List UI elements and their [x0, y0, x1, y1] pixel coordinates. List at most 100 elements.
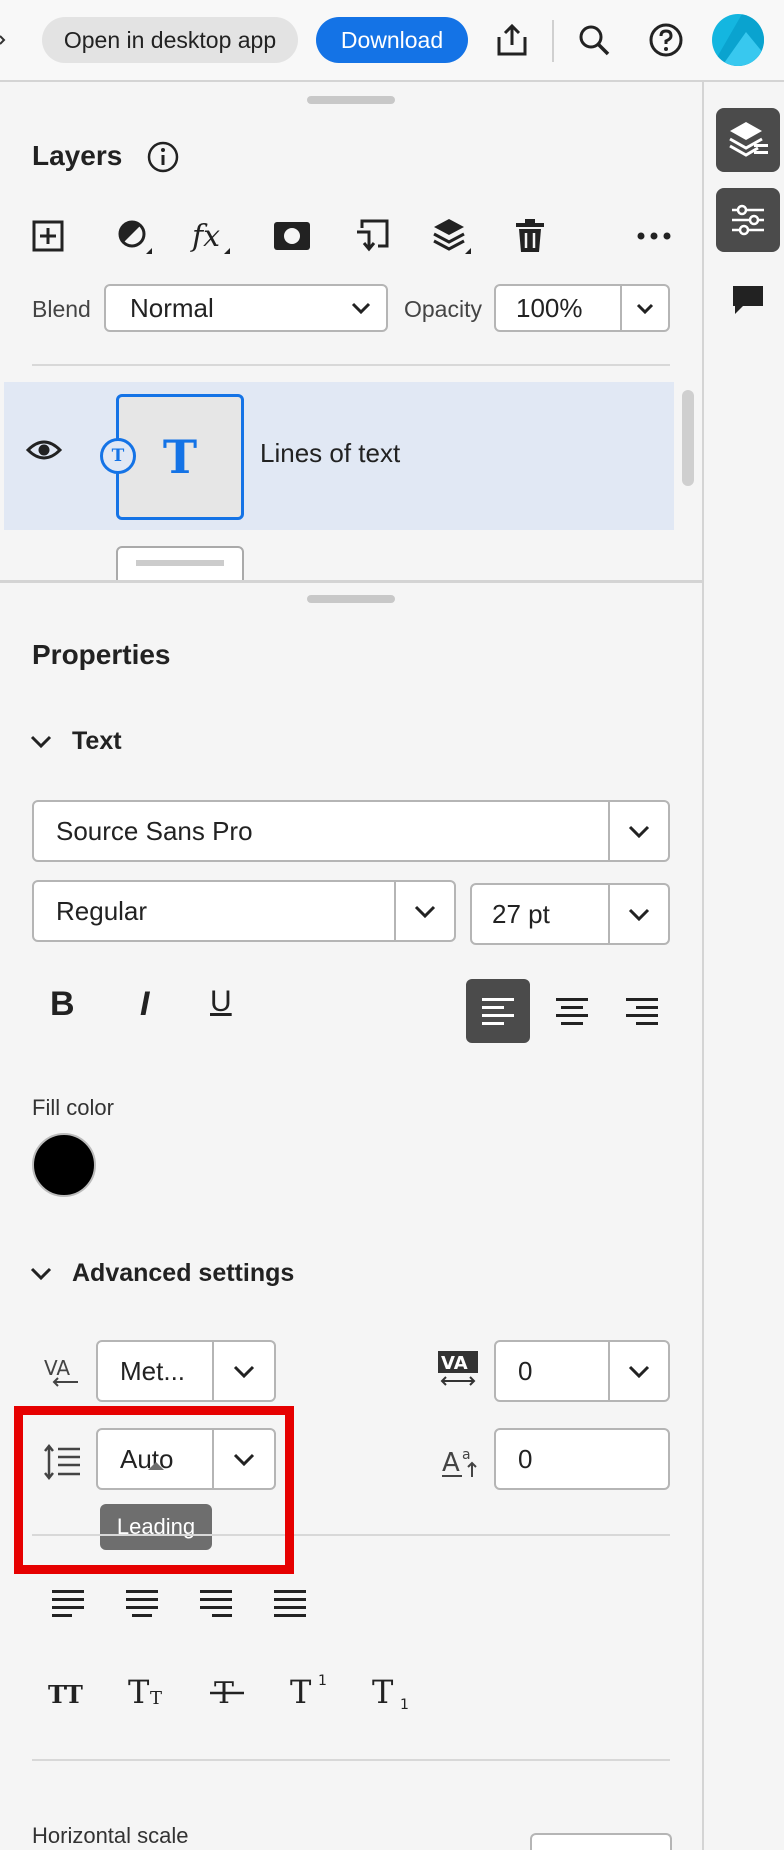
- panel-resize-handle[interactable]: [307, 595, 395, 603]
- layers-panel: Layers fx Blend Normal Opacity 100% T T …: [4, 82, 702, 580]
- chevron-down-icon[interactable]: [620, 286, 668, 330]
- chevron-down-icon[interactable]: [608, 1342, 668, 1400]
- chevron-down-icon[interactable]: [212, 1342, 274, 1400]
- layer-thumbnail-partial: [116, 546, 244, 580]
- chevron-down-icon[interactable]: [30, 1267, 52, 1281]
- justify-left-button[interactable]: [52, 1589, 84, 1619]
- delete-layer-icon[interactable]: [504, 210, 556, 262]
- horizontal-scale-field[interactable]: [530, 1833, 672, 1850]
- add-layer-icon[interactable]: [22, 210, 74, 262]
- text-layer-badge-glyph: T: [111, 446, 125, 466]
- open-in-desktop-button[interactable]: Open in desktop app: [42, 17, 298, 63]
- svg-text:VA: VA: [441, 1353, 468, 1374]
- align-right-button[interactable]: [626, 997, 658, 1025]
- layer-row[interactable]: T T Lines of text: [4, 382, 674, 530]
- top-bar: Open in desktop app Download: [0, 0, 784, 82]
- text-layer-glyph: T: [162, 430, 198, 484]
- svg-text:1: 1: [318, 1673, 327, 1689]
- chevron-down-icon[interactable]: [30, 735, 52, 749]
- layer-stack-icon[interactable]: [426, 210, 478, 262]
- kerning-field[interactable]: Met...: [96, 1340, 276, 1402]
- font-style-value: Regular: [56, 895, 148, 926]
- superscript-icon: T1: [290, 1673, 327, 1711]
- small-caps-icon: TT: [128, 1673, 162, 1711]
- svg-text:T: T: [372, 1673, 394, 1711]
- advanced-settings-header[interactable]: Advanced settings: [72, 1259, 294, 1288]
- horizontal-scale-label: Horizontal scale: [32, 1823, 189, 1848]
- fill-color-swatch[interactable]: [32, 1133, 96, 1197]
- bold-button[interactable]: B: [50, 985, 75, 1024]
- kerning-value: Met...: [120, 1355, 186, 1386]
- all-caps-button[interactable]: TT: [48, 1677, 88, 1709]
- opacity-field[interactable]: 100%: [494, 284, 670, 332]
- help-icon[interactable]: [644, 18, 688, 62]
- baseline-shift-value: 0: [518, 1443, 533, 1474]
- more-options-icon[interactable]: [628, 210, 680, 262]
- sliders-icon: [732, 204, 764, 236]
- blend-mode-select[interactable]: Normal: [104, 284, 388, 332]
- layers-divider: [32, 364, 670, 366]
- comments-button[interactable]: [716, 268, 780, 332]
- svg-text:T: T: [290, 1673, 312, 1709]
- typecase-divider: [32, 1759, 670, 1761]
- toolbar-divider: [552, 20, 554, 62]
- kerning-icon: VA: [44, 1355, 80, 1387]
- svg-text:T: T: [128, 1673, 150, 1709]
- italic-button[interactable]: I: [140, 985, 149, 1024]
- adjustment-layer-icon[interactable]: [108, 210, 160, 262]
- chevron-left-icon: [0, 30, 8, 50]
- font-size-field[interactable]: 27 pt: [470, 883, 670, 945]
- svg-text:TT: TT: [48, 1680, 83, 1709]
- justify-left-icon: [52, 1590, 84, 1617]
- strikethrough-button[interactable]: T: [210, 1675, 244, 1711]
- share-icon[interactable]: [490, 18, 534, 62]
- font-style-select[interactable]: Regular: [32, 880, 456, 942]
- info-icon[interactable]: [146, 140, 180, 174]
- layers-scrollbar[interactable]: [682, 390, 694, 486]
- align-center-button[interactable]: [556, 997, 588, 1025]
- tracking-field[interactable]: 0: [494, 1340, 670, 1402]
- fx-effects-icon[interactable]: fx: [184, 210, 236, 262]
- highlight-box: [14, 1406, 294, 1574]
- opacity-label: Opacity: [404, 296, 482, 322]
- svg-text:VA: VA: [44, 1356, 70, 1380]
- superscript-button[interactable]: T1: [290, 1669, 330, 1711]
- avatar[interactable]: [712, 14, 764, 66]
- small-caps-button[interactable]: TT: [128, 1673, 172, 1711]
- chevron-down-icon[interactable]: [608, 885, 668, 943]
- align-left-button[interactable]: [466, 979, 530, 1043]
- text-layer-badge: T: [100, 438, 136, 474]
- align-right-icon: [626, 998, 658, 1025]
- underline-button[interactable]: U: [210, 985, 232, 1019]
- tracking-value: 0: [518, 1355, 533, 1386]
- justify-right-button[interactable]: [200, 1589, 232, 1619]
- justify-center-icon: [126, 1590, 158, 1617]
- clipping-mask-icon[interactable]: [346, 210, 398, 262]
- justify-all-button[interactable]: [274, 1589, 306, 1619]
- baseline-shift-field[interactable]: 0: [494, 1428, 670, 1490]
- properties-title: Properties: [32, 639, 171, 670]
- fill-color-label: Fill color: [32, 1095, 114, 1120]
- svg-text:T: T: [150, 1688, 162, 1709]
- download-button[interactable]: Download: [316, 17, 468, 63]
- properties-panel-button[interactable]: [716, 188, 780, 252]
- justify-center-button[interactable]: [126, 1589, 158, 1619]
- strikethrough-icon: T: [210, 1676, 244, 1711]
- chevron-down-icon[interactable]: [394, 882, 454, 940]
- text-section-header[interactable]: Text: [72, 727, 122, 756]
- justify-right-icon: [200, 1590, 232, 1617]
- layer-name: Lines of text: [260, 438, 401, 468]
- align-center-icon: [556, 998, 588, 1025]
- search-icon[interactable]: [572, 18, 616, 62]
- opacity-value: 100%: [516, 292, 583, 323]
- blend-label: Blend: [32, 296, 91, 322]
- baseline-shift-icon: Aa: [442, 1443, 482, 1479]
- panel-resize-handle[interactable]: [307, 96, 395, 104]
- tracking-icon: VA: [438, 1351, 478, 1387]
- visibility-eye-icon[interactable]: [25, 438, 63, 462]
- layers-panel-button[interactable]: [716, 108, 780, 172]
- subscript-button[interactable]: T1: [372, 1673, 412, 1713]
- chevron-down-icon[interactable]: [608, 802, 668, 860]
- font-family-select[interactable]: Source Sans Pro: [32, 800, 670, 862]
- layer-mask-icon[interactable]: [266, 210, 318, 262]
